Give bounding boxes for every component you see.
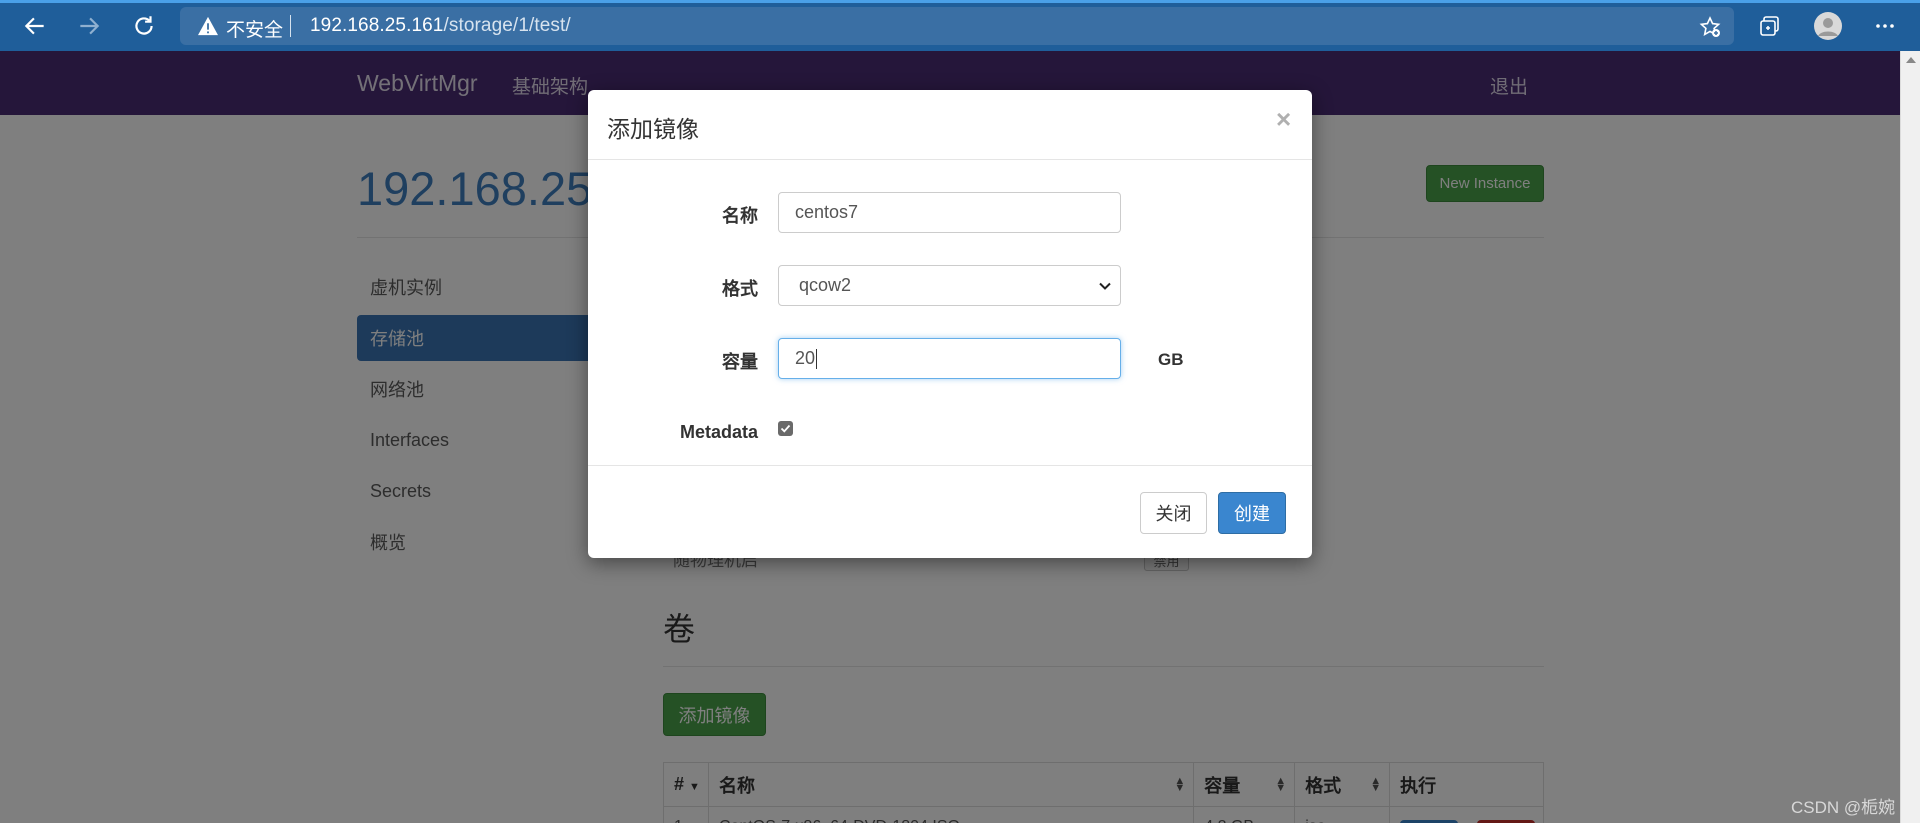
close-button[interactable]: 关闭 (1140, 492, 1207, 534)
checkmark-icon (780, 424, 791, 433)
address-separator (290, 15, 291, 37)
text-caret (816, 348, 818, 369)
browser-toolbar: 不安全 192.168.25.161/storage/1/test/ (0, 0, 1920, 51)
scroll-up-arrow-icon[interactable] (1906, 57, 1916, 63)
address-bar[interactable]: 不安全 192.168.25.161/storage/1/test/ (180, 7, 1734, 45)
capacity-unit: GB (1158, 350, 1184, 369)
name-label: 名称 (722, 206, 758, 226)
collections-icon (1760, 16, 1779, 36)
capacity-input[interactable]: 20 (778, 338, 1121, 379)
url-text[interactable]: 192.168.25.161/storage/1/test/ (310, 15, 571, 37)
forward-button[interactable] (72, 9, 106, 43)
profile-button[interactable] (1813, 11, 1843, 41)
url-host: 192.168.25.161 (310, 15, 444, 36)
page-scrollbar[interactable] (1900, 51, 1920, 823)
name-input[interactable]: centos7 (778, 192, 1121, 233)
back-button[interactable] (18, 9, 52, 43)
dialog-title: 添加镜像 (607, 116, 699, 142)
more-options-button[interactable] (1870, 11, 1900, 41)
forward-arrow-icon (80, 17, 100, 35)
capacity-value: 20 (795, 348, 816, 368)
metadata-label: Metadata (679, 422, 758, 442)
warning-icon (198, 16, 218, 36)
format-label: 格式 (722, 279, 758, 299)
format-select[interactable]: qcow2 (778, 265, 1121, 306)
dialog-footer-divider (588, 465, 1312, 466)
close-icon[interactable]: × (1276, 104, 1291, 135)
capacity-label: 容量 (722, 352, 758, 372)
url-path: /storage/1/test/ (443, 15, 571, 36)
dialog-header: 添加镜像 × (588, 90, 1312, 160)
browser-top-accent (0, 0, 1920, 3)
create-button[interactable]: 创建 (1218, 492, 1286, 534)
metadata-checkbox[interactable] (778, 421, 793, 436)
back-arrow-icon (24, 17, 44, 35)
favorite-star-icon[interactable] (1698, 15, 1722, 39)
profile-avatar-icon (1814, 12, 1842, 40)
collections-button[interactable] (1755, 11, 1785, 41)
add-image-dialog: 添加镜像 × 名称 centos7 格式 qcow2 容量 20 GB Meta… (588, 90, 1312, 558)
watermark: CSDN @栀婉 (1791, 798, 1896, 817)
format-selected-value: qcow2 (799, 275, 852, 295)
reload-icon (135, 16, 153, 35)
reload-button[interactable] (127, 9, 161, 43)
more-options-icon (1876, 24, 1894, 28)
chevron-down-icon (1099, 282, 1111, 290)
insecure-label[interactable]: 不安全 (226, 15, 283, 42)
